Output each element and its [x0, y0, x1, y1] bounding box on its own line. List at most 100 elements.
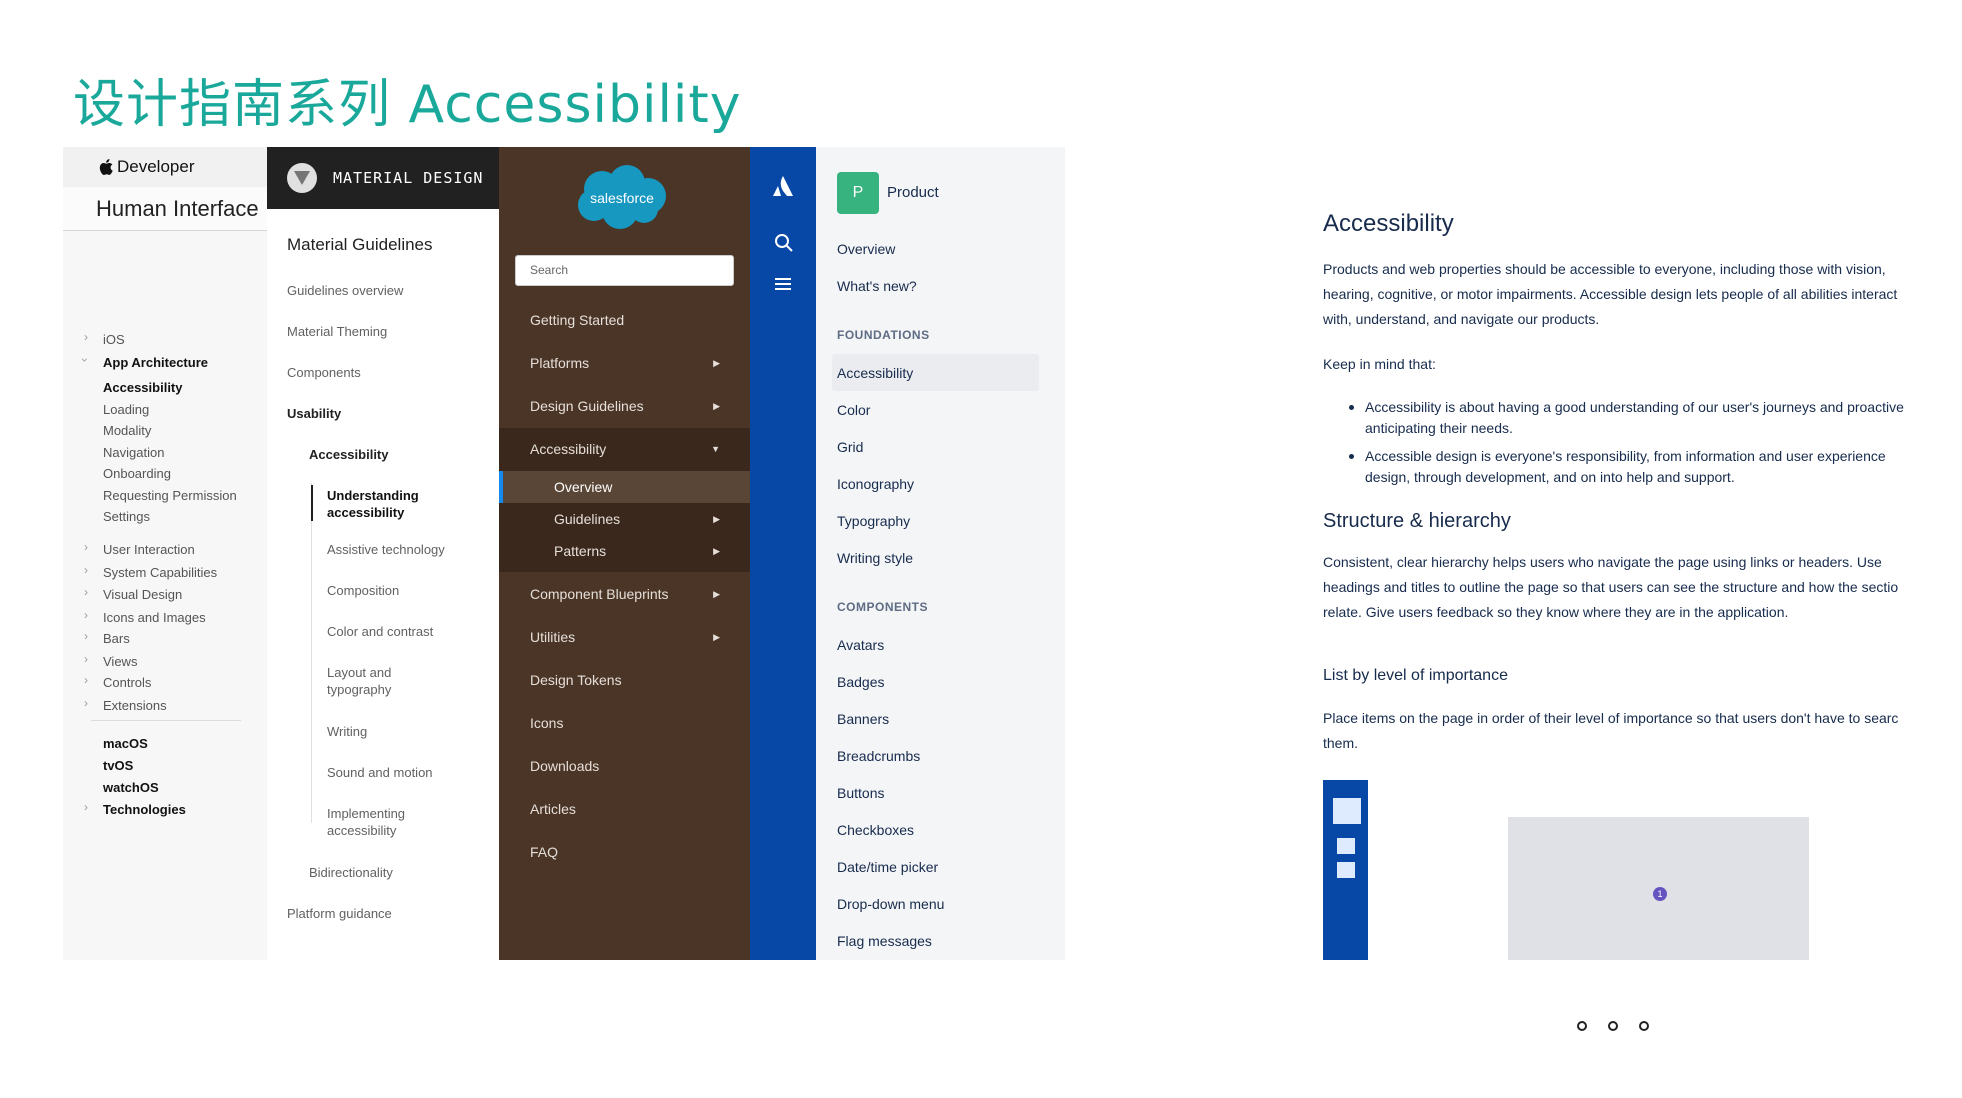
nav-views[interactable]: Views — [103, 654, 137, 669]
nav-onboarding[interactable]: Onboarding — [103, 466, 171, 481]
nav-macos[interactable]: macOS — [103, 736, 148, 751]
bullet-line: Accessibility is about having a good und… — [1365, 399, 1904, 415]
nav-breadcrumbs[interactable]: Breadcrumbs — [837, 748, 920, 764]
nav-layout-and-typography[interactable]: Layout and typography — [327, 664, 427, 698]
nav-faq[interactable]: FAQ — [499, 831, 750, 874]
nav-visual-design[interactable]: Visual Design — [103, 587, 182, 602]
pager-dot[interactable] — [1639, 1021, 1649, 1031]
nav-composition[interactable]: Composition — [327, 582, 399, 599]
nav-overview[interactable]: Overview — [837, 241, 895, 257]
nav-checkboxes[interactable]: Checkboxes — [837, 822, 914, 838]
caret-right-icon: ▶ — [713, 546, 720, 556]
nav-getting-started[interactable]: Getting Started — [499, 299, 750, 342]
nav-extensions[interactable]: Extensions — [103, 698, 167, 713]
nav-loading[interactable]: Loading — [103, 402, 149, 417]
nav-writing[interactable]: Writing — [327, 723, 367, 740]
nav-implementing-accessibility[interactable]: Implementing accessibility — [327, 805, 447, 839]
nav-understanding-accessibility[interactable]: Understanding accessibility — [327, 487, 487, 521]
nav-guidelines-overview[interactable]: Guidelines overview — [287, 282, 403, 299]
nav-component-blueprints[interactable]: Component Blueprints ▶ — [499, 573, 750, 616]
bullet-line: Accessible design is everyone's responsi… — [1365, 448, 1886, 464]
chevron-right-icon: › — [84, 652, 88, 666]
nav-material-theming[interactable]: Material Theming — [287, 323, 387, 340]
apple-hig-sidebar: Developer Human Interface › iOS › App Ar… — [63, 147, 267, 960]
nav-tvos[interactable]: tvOS — [103, 758, 133, 773]
nav-user-interaction[interactable]: User Interaction — [103, 542, 195, 557]
section-components: COMPONENTS — [837, 600, 929, 614]
nav-system-capabilities[interactable]: System Capabilities — [103, 565, 217, 580]
nav-overview[interactable]: Overview — [499, 471, 750, 503]
nav-color[interactable]: Color — [837, 402, 870, 418]
nav-writing-style[interactable]: Writing style — [837, 550, 913, 566]
nav-icons-and-images[interactable]: Icons and Images — [103, 610, 206, 625]
illustration-content-area: 1 — [1508, 817, 1809, 960]
nav-design-tokens[interactable]: Design Tokens — [499, 659, 750, 702]
salesforce-cloud-logo[interactable]: salesforce — [572, 163, 672, 233]
pager-dot[interactable] — [1577, 1021, 1587, 1031]
nav-accessibility[interactable]: Accessibility — [103, 380, 183, 395]
pager-dot[interactable] — [1608, 1021, 1618, 1031]
nav-grid[interactable]: Grid — [837, 439, 863, 455]
nav-banners[interactable]: Banners — [837, 711, 889, 727]
nav-assistive-technology[interactable]: Assistive technology — [327, 541, 445, 558]
material-header[interactable]: MATERIAL DESIGN — [267, 147, 499, 209]
nav-patterns[interactable]: Patterns ▶ — [499, 535, 750, 572]
active-indicator — [499, 471, 503, 503]
nav-app-architecture[interactable]: App Architecture — [103, 355, 208, 370]
material-brand: MATERIAL DESIGN — [333, 169, 484, 187]
nav-articles[interactable]: Articles — [499, 788, 750, 831]
search-icon[interactable] — [774, 233, 794, 253]
nav-bars[interactable]: Bars — [103, 631, 130, 646]
nav-flag-messages[interactable]: Flag messages — [837, 933, 932, 949]
nav-platform-guidance[interactable]: Platform guidance — [287, 905, 392, 922]
nav-badges[interactable]: Badges — [837, 674, 884, 690]
nav-dropdown-menu[interactable]: Drop-down menu — [837, 896, 944, 912]
apple-developer-header[interactable]: Developer — [63, 147, 267, 187]
illustration-nav-rail — [1323, 780, 1368, 960]
nav-iconography[interactable]: Iconography — [837, 476, 914, 492]
divider — [91, 720, 241, 721]
nav-buttons[interactable]: Buttons — [837, 785, 884, 801]
nav-sound-and-motion[interactable]: Sound and motion — [327, 764, 433, 781]
nav-requesting-permission[interactable]: Requesting Permission — [103, 488, 237, 503]
nav-ios[interactable]: iOS — [103, 332, 125, 347]
apple-icon — [99, 159, 113, 175]
nav-controls[interactable]: Controls — [103, 675, 151, 690]
chevron-right-icon: › — [84, 540, 88, 554]
nav-modality[interactable]: Modality — [103, 423, 151, 438]
nav-accessibility[interactable]: Accessibility — [309, 446, 389, 463]
intro-line: with, understand, and navigate our produ… — [1323, 311, 1600, 327]
nav-settings[interactable]: Settings — [103, 509, 150, 524]
nav-usability[interactable]: Usability — [287, 405, 341, 422]
nav-accessibility[interactable]: Accessibility ▼ — [499, 428, 750, 471]
nav-downloads[interactable]: Downloads — [499, 745, 750, 788]
hig-title[interactable]: Human Interface — [63, 187, 267, 231]
nav-platforms[interactable]: Platforms ▶ — [499, 342, 750, 385]
search-input[interactable]: Search — [515, 255, 734, 286]
nav-avatars[interactable]: Avatars — [837, 637, 884, 653]
atlassian-logo-icon[interactable] — [771, 174, 795, 198]
nav-color-and-contrast[interactable]: Color and contrast — [327, 623, 433, 640]
bullet-item: anticipating their needs. — [1365, 418, 1513, 439]
nav-whats-new[interactable]: What's new? — [837, 278, 917, 294]
nav-accessibility[interactable]: Accessibility — [837, 365, 913, 381]
nav-components[interactable]: Components — [287, 364, 361, 381]
product-avatar[interactable]: P — [837, 172, 879, 214]
nav-navigation[interactable]: Navigation — [103, 445, 164, 460]
nav-design-guidelines[interactable]: Design Guidelines ▶ — [499, 385, 750, 428]
nav-datetime-picker[interactable]: Date/time picker — [837, 859, 938, 875]
nav-utilities[interactable]: Utilities ▶ — [499, 616, 750, 659]
chevron-down-icon: › — [78, 358, 92, 362]
nav-watchos[interactable]: watchOS — [103, 780, 159, 795]
caret-right-icon: ▶ — [713, 401, 720, 411]
nav-bidirectionality[interactable]: Bidirectionality — [309, 864, 393, 881]
nav-technologies[interactable]: Technologies — [103, 802, 186, 817]
nav-label: Design Guidelines — [530, 398, 644, 414]
nav-typography[interactable]: Typography — [837, 513, 910, 529]
material-heading[interactable]: Material Guidelines — [287, 236, 433, 253]
nav-guidelines[interactable]: Guidelines ▶ — [499, 503, 750, 535]
product-name[interactable]: Product — [887, 184, 939, 201]
menu-icon[interactable] — [775, 277, 791, 291]
nav-icons[interactable]: Icons — [499, 702, 750, 745]
chevron-right-icon: › — [84, 608, 88, 622]
